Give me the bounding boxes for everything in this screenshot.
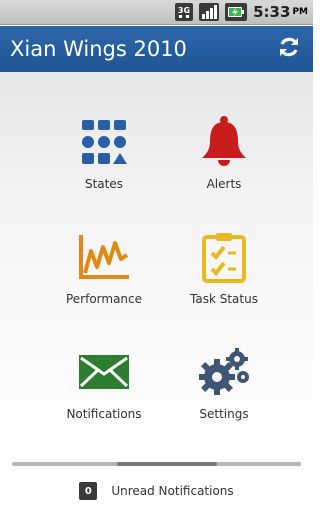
performance-chart-icon xyxy=(77,227,131,287)
refresh-button[interactable] xyxy=(273,33,305,65)
battery-charging-icon xyxy=(225,3,248,21)
tile-settings[interactable]: Settings xyxy=(164,342,284,442)
bell-icon xyxy=(200,112,248,172)
tile-label: Alerts xyxy=(206,177,242,191)
clock-ampm: PM xyxy=(292,7,308,17)
envelope-icon xyxy=(78,342,130,402)
tile-label: Task Status xyxy=(190,292,258,306)
notifications-footer[interactable]: 0 Unread Notifications xyxy=(0,472,313,510)
dashboard-grid: States Alerts Performance Task Status No… xyxy=(0,72,313,460)
tile-states[interactable]: States xyxy=(44,112,164,212)
tile-notifications[interactable]: Notifications xyxy=(44,342,164,442)
tile-task-status[interactable]: Task Status xyxy=(164,227,284,327)
tile-alerts[interactable]: Alerts xyxy=(164,112,284,212)
tile-label: Notifications xyxy=(66,407,142,421)
tile-label: Settings xyxy=(199,407,249,421)
tile-performance[interactable]: Performance xyxy=(44,227,164,327)
signal-icon xyxy=(199,3,220,21)
refresh-icon xyxy=(277,35,301,63)
tile-label: States xyxy=(84,177,123,191)
app-bar: Xian Wings 2010 xyxy=(0,26,313,72)
unread-notifications-label: Unread Notifications xyxy=(111,484,234,498)
scrollbar-thumb[interactable] xyxy=(117,462,217,466)
tile-label: Performance xyxy=(65,292,143,306)
states-grid-icon xyxy=(80,112,128,172)
network-3g-icon: 3G xyxy=(175,3,194,21)
status-bar: 3G 5:33 PM xyxy=(0,0,313,25)
clipboard-check-icon xyxy=(202,227,246,287)
gears-icon xyxy=(197,342,251,402)
app-title: Xian Wings 2010 xyxy=(10,37,187,61)
unread-count-badge: 0 xyxy=(79,482,98,500)
svg-text:3G: 3G xyxy=(178,6,190,15)
clock-time: 5:33 xyxy=(253,3,291,21)
horizontal-scrollbar[interactable] xyxy=(12,462,301,466)
